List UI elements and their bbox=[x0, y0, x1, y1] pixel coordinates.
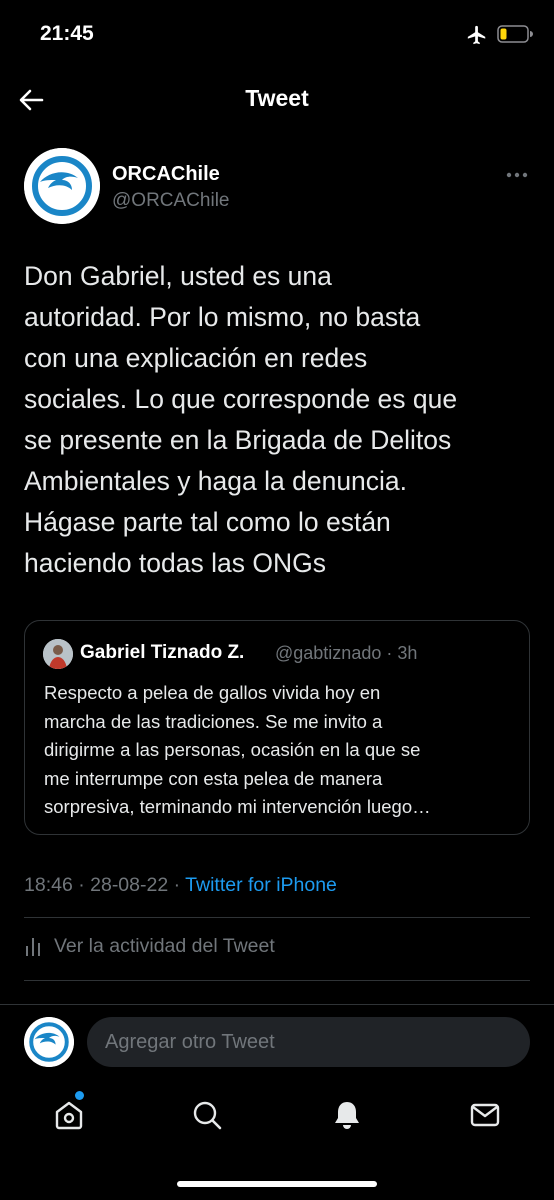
tab-search[interactable] bbox=[190, 1098, 224, 1132]
page-title: Tweet bbox=[245, 85, 309, 111]
author-name[interactable]: ORCAChile bbox=[112, 163, 220, 186]
quote-author-name: Gabriel Tiznado Z. bbox=[80, 642, 245, 663]
header: Tweet bbox=[0, 70, 554, 130]
author-handle[interactable]: @ORCAChile bbox=[112, 190, 229, 212]
home-icon bbox=[55, 1101, 83, 1130]
more-options-icon[interactable] bbox=[506, 172, 528, 178]
timestamp-text: 18:46 · 28-08-22 · bbox=[24, 874, 186, 896]
search-icon bbox=[193, 1101, 222, 1130]
tab-messages[interactable] bbox=[468, 1098, 502, 1132]
tweet-timestamp: 18:46 · 28-08-22 · Twitter for iPhone bbox=[24, 874, 337, 897]
unread-dot bbox=[75, 1091, 84, 1100]
quoted-tweet[interactable]: Gabriel Tiznado Z. @gabtiznado · 3h Resp… bbox=[24, 620, 530, 835]
reply-input[interactable] bbox=[87, 1017, 530, 1067]
quote-meta: @gabtiznado · 3h bbox=[275, 643, 418, 663]
tab-home[interactable] bbox=[52, 1098, 86, 1132]
activity-label: Ver la actividad del Tweet bbox=[54, 935, 275, 957]
orca-logo-icon bbox=[24, 1017, 74, 1067]
tab-notifications[interactable] bbox=[330, 1098, 364, 1132]
airplane-icon bbox=[467, 25, 486, 45]
divider bbox=[24, 917, 530, 918]
orca-logo-icon bbox=[24, 148, 100, 224]
reply-bar bbox=[0, 1004, 554, 1080]
notifications-icon bbox=[335, 1102, 359, 1129]
messages-icon bbox=[470, 1103, 500, 1127]
tweet-text: Don Gabriel, usted es una autoridad. Por… bbox=[24, 261, 458, 578]
status-time: 21:45 bbox=[40, 22, 94, 45]
divider bbox=[24, 980, 530, 981]
quote-text: Respecto a pelea de gallos vivida hoy en… bbox=[44, 682, 431, 817]
reply-avatar bbox=[24, 1017, 74, 1067]
analytics-icon bbox=[26, 938, 40, 956]
avatar[interactable] bbox=[24, 148, 100, 224]
tab-bar bbox=[0, 1080, 554, 1200]
status-bar: 21:45 bbox=[0, 0, 554, 70]
battery-icon bbox=[497, 25, 533, 43]
tweet-source-link[interactable]: Twitter for iPhone bbox=[185, 874, 337, 896]
home-indicator bbox=[177, 1181, 377, 1187]
quote-avatar bbox=[43, 639, 73, 669]
person-photo-icon bbox=[43, 639, 73, 669]
